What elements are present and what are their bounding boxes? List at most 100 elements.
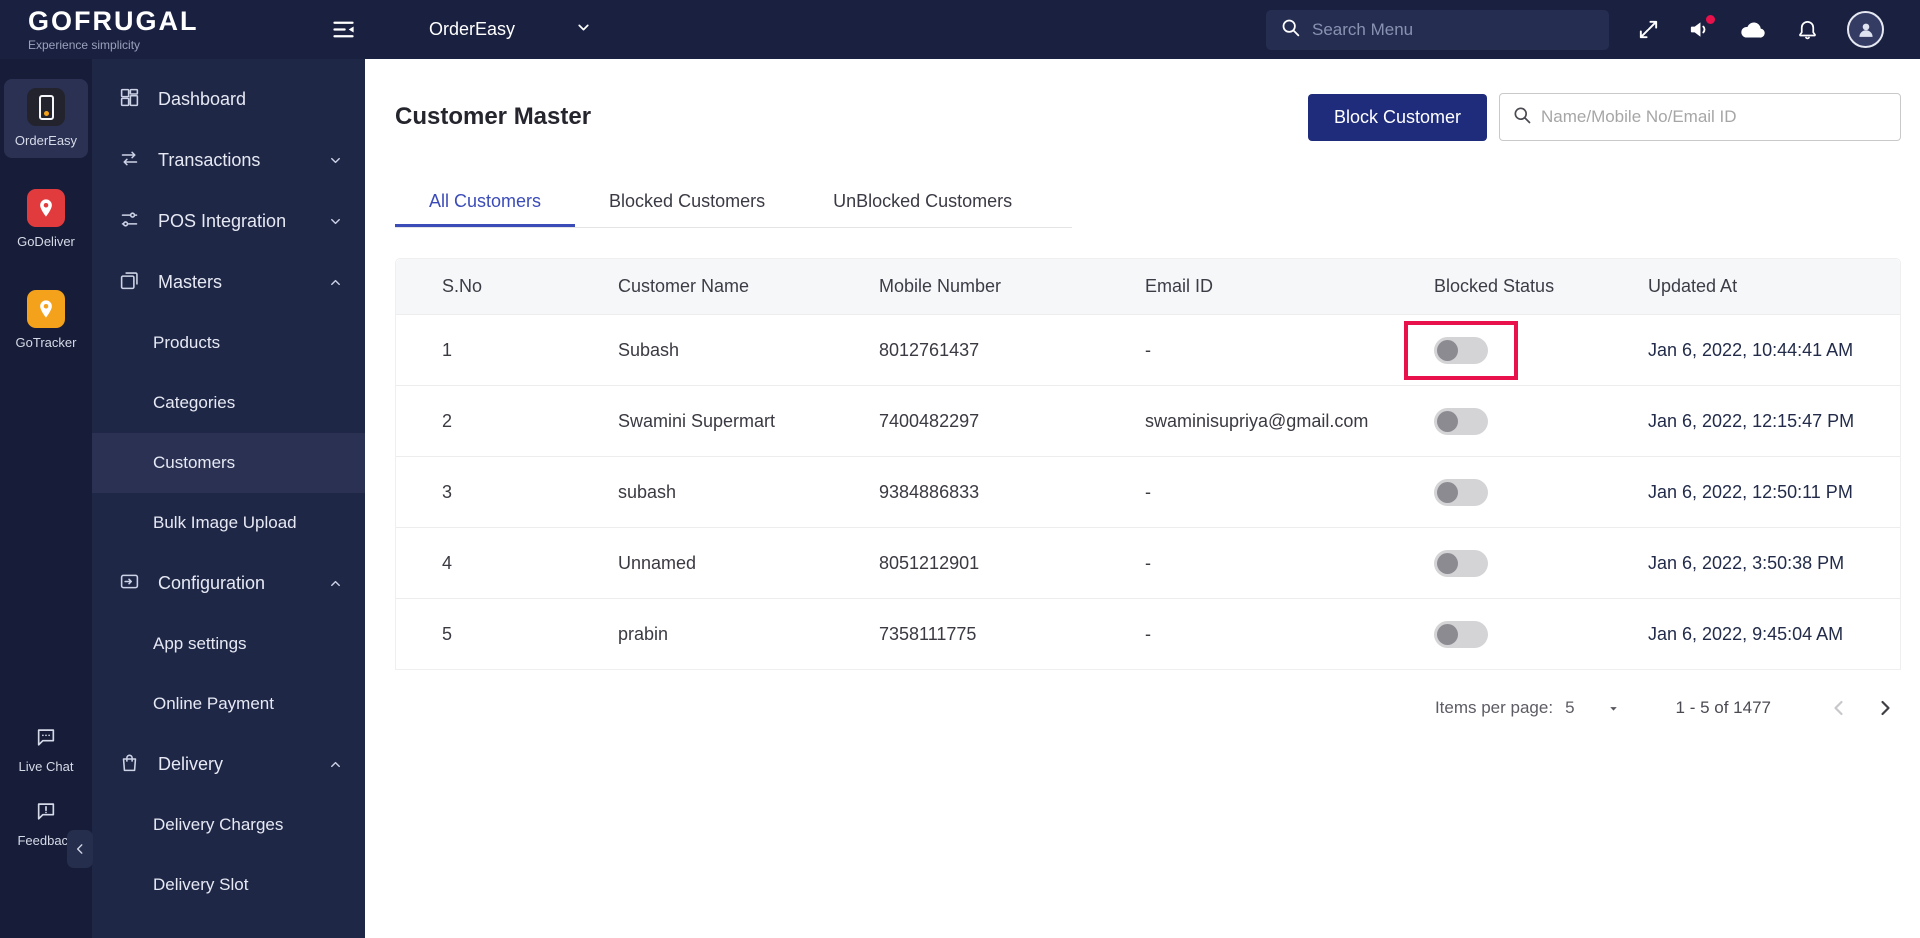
rail-label-godeliver: GoDeliver — [17, 234, 75, 249]
header-search-box[interactable] — [1266, 9, 1609, 50]
cell-sno: 2 — [442, 410, 453, 431]
highlight-red-box — [1404, 320, 1518, 380]
table-row: 2 Swamini Supermart 7400482297 swaminisu… — [396, 385, 1900, 456]
sidebar-item-delivery[interactable]: Delivery — [92, 734, 365, 795]
tab-blocked-customers[interactable]: Blocked Customers — [575, 181, 799, 227]
notifications-bell-icon[interactable] — [1796, 18, 1819, 41]
sidebar-item-customers[interactable]: Customers — [92, 433, 365, 493]
dashboard-icon — [119, 87, 140, 113]
sidebar-item-label: Masters — [158, 272, 223, 292]
sidebar-item-delivery-charges[interactable]: Delivery Charges — [92, 795, 365, 855]
cell-mobile-number: 9384886833 — [879, 481, 980, 502]
sidebar-item-label: Delivery — [158, 754, 224, 774]
rail-label-gotracker: GoTracker — [15, 335, 77, 350]
cell-sno: 5 — [442, 623, 453, 644]
blocked-status-toggle[interactable] — [1434, 407, 1488, 435]
chevron-down-icon — [575, 19, 592, 41]
chevron-down-icon — [328, 214, 343, 229]
product-selector-label: OrderEasy — [429, 19, 516, 39]
sidebar-item-label: Dashboard — [158, 89, 247, 109]
brand-logo: GOFRUGAL Experience simplicity — [0, 7, 300, 52]
sidebar-nav: Dashboard Transactions POS Integration M… — [92, 59, 365, 938]
sidebar-item-bulk-image-upload[interactable]: Bulk Image Upload — [92, 493, 365, 553]
table-row: 3 subash 9384886833 - Jan 6, 2022, 12:50… — [396, 456, 1900, 527]
cell-updated-at: Jan 6, 2022, 12:50:11 PM — [1648, 481, 1853, 502]
cell-customer-name: Unnamed — [618, 552, 697, 573]
sidebar-item-app-settings[interactable]: App settings — [92, 614, 365, 674]
table-header-row: S.No Customer Name Mobile Number Email I… — [396, 259, 1900, 314]
column-header-blocked-status: Blocked Status — [1434, 276, 1555, 296]
sidebar-collapse-tab[interactable] — [67, 830, 93, 868]
chevron-up-icon — [328, 576, 343, 591]
sidebar-item-pos-integration[interactable]: POS Integration — [92, 191, 365, 252]
cell-customer-name: prabin — [618, 623, 669, 644]
cell-email-id: - — [1145, 339, 1151, 360]
cloud-sync-icon[interactable] — [1739, 18, 1768, 41]
rail-item-godeliver[interactable]: GoDeliver — [4, 180, 88, 259]
gotracker-app-icon — [27, 290, 65, 328]
sidebar-item-products[interactable]: Products — [92, 313, 365, 373]
sidebar-item-dashboard[interactable]: Dashboard — [92, 69, 365, 130]
user-avatar[interactable] — [1847, 11, 1884, 48]
tab-all-customers[interactable]: All Customers — [395, 181, 575, 227]
sidebar-sub-label: Customers — [153, 453, 236, 472]
feedback-bubble-icon — [35, 800, 57, 827]
blocked-status-toggle[interactable] — [1434, 549, 1488, 577]
delivery-icon — [119, 752, 140, 778]
cell-mobile-number: 7358111775 — [879, 623, 977, 644]
live-chat-label: Live Chat — [18, 759, 74, 774]
cell-customer-name: Subash — [618, 339, 680, 360]
blocked-status-toggle[interactable] — [1434, 620, 1488, 648]
sidebar-item-transactions[interactable]: Transactions — [92, 130, 365, 191]
search-icon — [1512, 105, 1532, 130]
sidebar-item-masters[interactable]: Masters — [92, 252, 365, 313]
configuration-icon — [119, 571, 140, 597]
sidebar-item-configuration[interactable]: Configuration — [92, 553, 365, 614]
app-rail: OrderEasy GoDeliver GoTracker Live Chat — [0, 59, 92, 938]
main-content: Customer Master Block Customer All Custo… — [365, 59, 1920, 938]
live-chat-button[interactable]: Live Chat — [18, 726, 74, 774]
customer-search-input[interactable] — [1541, 107, 1888, 127]
cell-updated-at: Jan 6, 2022, 10:44:41 AM — [1648, 339, 1854, 360]
blocked-status-toggle[interactable] — [1434, 478, 1488, 506]
pos-integration-icon — [119, 209, 140, 235]
masters-icon — [119, 270, 140, 296]
pagination-bar: Items per page: 5 1 - 5 of 1477 — [395, 696, 1901, 720]
chevron-up-icon — [328, 275, 343, 290]
blocked-status-toggle[interactable] — [1434, 336, 1488, 364]
customer-tabs: All Customers Blocked Customers UnBlocke… — [395, 181, 1073, 228]
cell-mobile-number: 7400482297 — [879, 410, 980, 431]
chevron-up-icon — [328, 757, 343, 772]
page-title: Customer Master — [395, 103, 592, 130]
cell-sno: 3 — [442, 481, 453, 502]
pagination-prev-button[interactable] — [1827, 696, 1851, 720]
sidebar-collapse-icon[interactable] — [330, 16, 357, 43]
product-selector-dropdown[interactable]: OrderEasy — [429, 19, 592, 41]
rail-item-ordereasy[interactable]: OrderEasy — [4, 79, 88, 158]
cell-email-id: - — [1145, 552, 1151, 573]
column-header-sno: S.No — [442, 276, 483, 296]
cell-updated-at: Jan 6, 2022, 12:15:47 PM — [1648, 410, 1855, 431]
sidebar-sub-label: Bulk Image Upload — [153, 513, 297, 532]
transactions-icon — [119, 148, 140, 174]
sidebar-item-categories[interactable]: Categories — [92, 373, 365, 433]
cell-mobile-number: 8051212901 — [879, 552, 980, 573]
pagination-next-button[interactable] — [1873, 696, 1897, 720]
feedback-button[interactable]: Feedback — [17, 800, 75, 848]
header-search-input[interactable] — [1312, 19, 1595, 40]
items-per-page-dropdown[interactable] — [1607, 702, 1620, 715]
pagination-range-label: 1 - 5 of 1477 — [1675, 698, 1771, 717]
sidebar-item-label: Transactions — [158, 150, 261, 170]
godeliver-app-icon — [27, 189, 65, 227]
customer-search-box[interactable] — [1499, 93, 1901, 141]
sidebar-item-online-payment[interactable]: Online Payment — [92, 674, 365, 734]
fullscreen-icon[interactable] — [1637, 18, 1660, 41]
cell-sno: 1 — [442, 339, 453, 360]
announcements-icon[interactable] — [1688, 15, 1715, 41]
sidebar-sub-label: Delivery Charges — [153, 815, 284, 834]
tab-unblocked-customers[interactable]: UnBlocked Customers — [799, 181, 1046, 227]
block-customer-button[interactable]: Block Customer — [1307, 93, 1487, 141]
column-header-updated-at: Updated At — [1648, 276, 1738, 296]
rail-item-gotracker[interactable]: GoTracker — [4, 281, 88, 360]
sidebar-item-delivery-slot[interactable]: Delivery Slot — [92, 855, 365, 915]
